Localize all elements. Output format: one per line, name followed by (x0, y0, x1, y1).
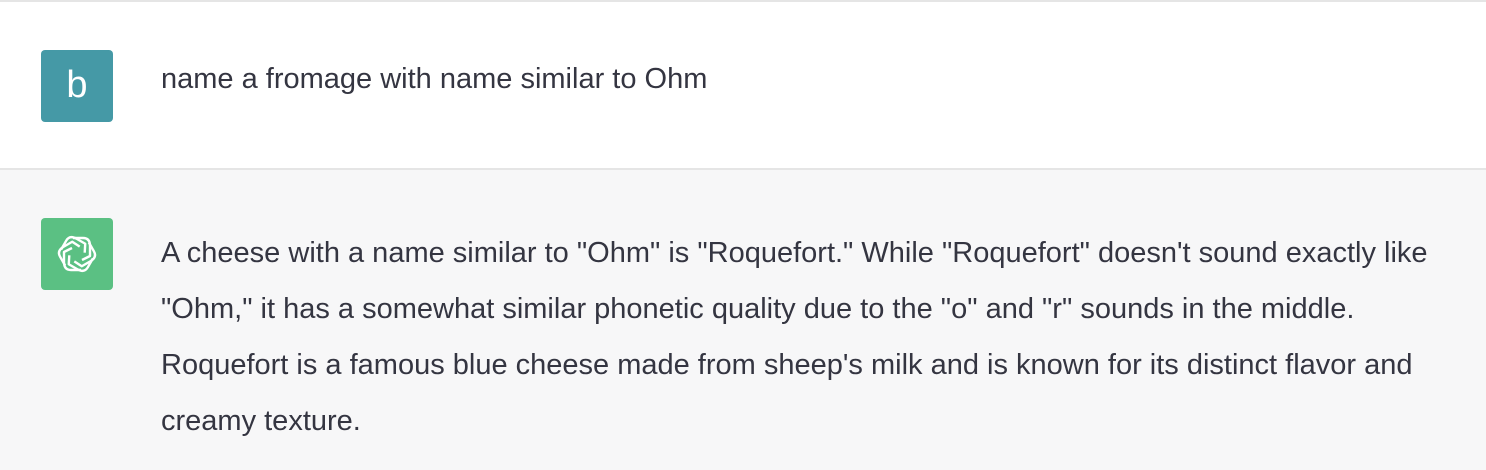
user-message: b name a fromage with name similar to Oh… (0, 2, 1486, 170)
user-message-text: name a fromage with name similar to Ohm (161, 63, 708, 95)
openai-logo-icon (41, 218, 113, 290)
assistant-avatar (41, 218, 113, 290)
assistant-message-text: A cheese with a name similar to "Ohm" is… (161, 237, 1428, 437)
assistant-message: A cheese with a name similar to "Ohm" is… (0, 170, 1486, 470)
user-avatar-letter: b (66, 64, 88, 106)
user-avatar: b (41, 50, 113, 122)
